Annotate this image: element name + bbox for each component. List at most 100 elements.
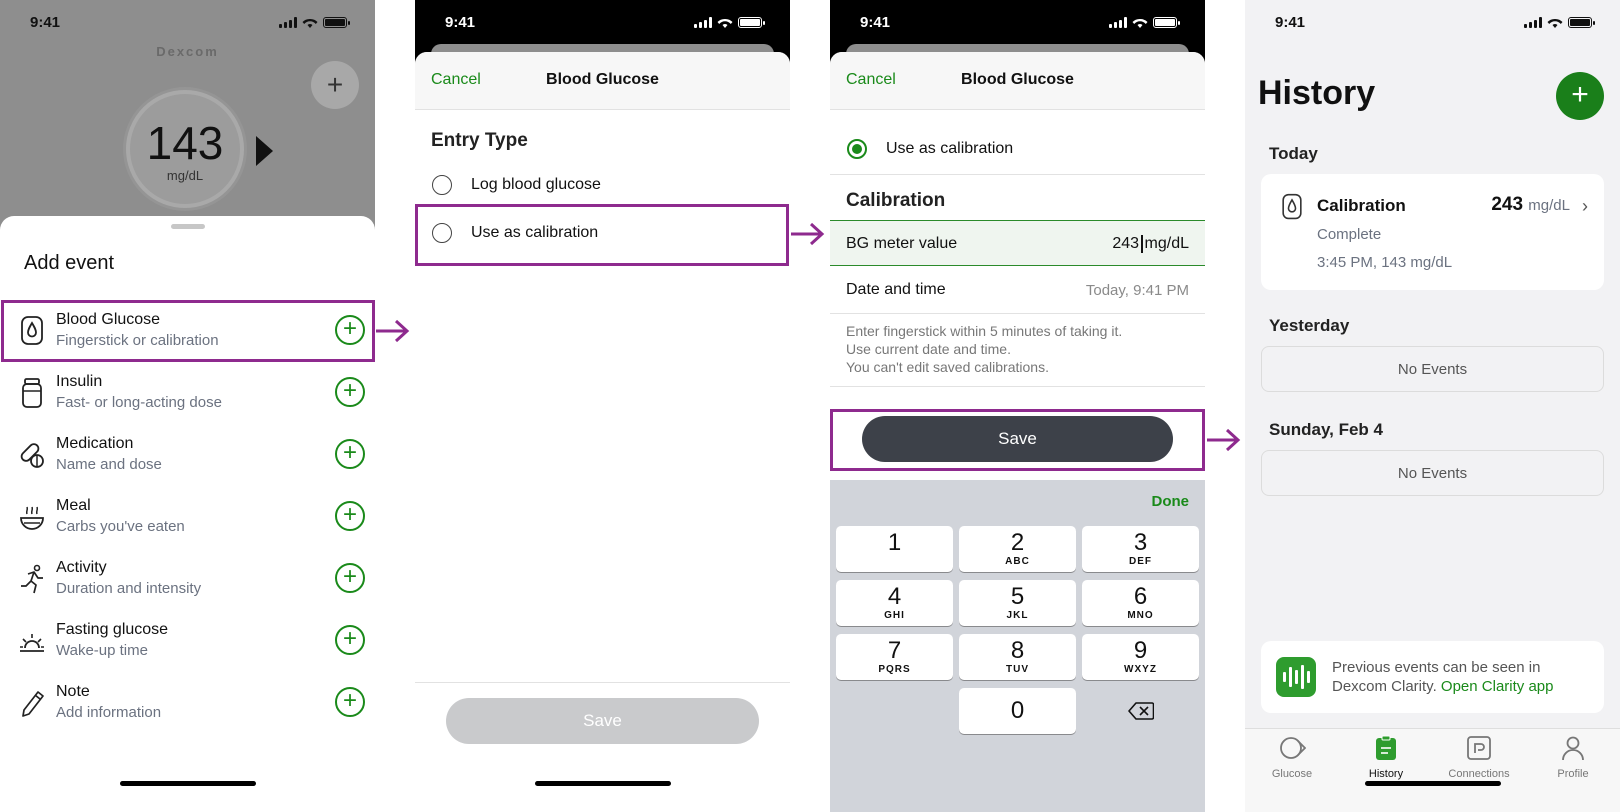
instruction-line: Enter fingerstick within 5 minutes of ta…	[846, 323, 1123, 339]
add-circle-icon[interactable]: +	[335, 501, 365, 531]
home-indicator	[534, 781, 671, 786]
event-activity[interactable]: Activity Duration and intensity +	[0, 548, 375, 610]
day-header-yesterday: Yesterday	[1269, 316, 1350, 335]
instruction-line: Use current date and time.	[846, 341, 1011, 357]
bg-unit: mg/dL	[1144, 235, 1189, 253]
backspace-key[interactable]	[1082, 688, 1199, 734]
event-title: Blood Glucose	[56, 311, 161, 328]
sunrise-icon	[20, 634, 44, 652]
key-2[interactable]: 2 ABC	[959, 526, 1076, 572]
event-title: Meal	[56, 497, 91, 514]
history-screen: 9:41 History + Today Calibration 243 mg/…	[1245, 0, 1620, 812]
option-use-as-calibration[interactable]: Use as calibration	[830, 126, 1205, 172]
event-subtitle: Fast- or long-acting dose	[56, 394, 222, 411]
section-calibration: Calibration	[846, 190, 946, 211]
status-bar: 9:41	[1245, 0, 1620, 44]
calibration-instructions: Enter fingerstick within 5 minutes of ta…	[846, 322, 1122, 376]
tab-connections[interactable]: Connections	[1432, 735, 1526, 780]
profile-tab-icon	[1562, 736, 1584, 761]
trend-arrow-icon	[256, 136, 273, 166]
divider	[830, 174, 1205, 175]
blood-drop-icon	[21, 316, 43, 345]
glucose-background: 9:41 Dexcom + 143 mg/dL	[0, 0, 375, 240]
status-bar: 9:41	[415, 0, 790, 44]
glucose-unit: mg/dL	[166, 168, 204, 183]
home-indicator	[1364, 781, 1501, 786]
tab-glucose[interactable]: Glucose	[1245, 735, 1339, 780]
option-label: Use as calibration	[886, 140, 1014, 157]
chevron-right-icon: ›	[1582, 196, 1588, 216]
flow-arrow-icon	[1207, 428, 1241, 452]
add-event-sheet: Add event Blood Glucose Fingerstick or c…	[0, 216, 375, 812]
add-circle-icon[interactable]: +	[335, 439, 365, 469]
add-circle-icon[interactable]: +	[335, 377, 365, 407]
brand-logo: Dexcom	[156, 44, 219, 59]
running-icon	[21, 564, 43, 594]
key-7[interactable]: 7 PQRS	[836, 634, 953, 680]
event-medication[interactable]: Medication Name and dose +	[0, 424, 375, 486]
home-indicator	[119, 781, 256, 786]
add-event-button[interactable]: +	[1556, 72, 1604, 120]
status-time: 9:41	[1275, 13, 1306, 31]
add-circle-icon[interactable]: +	[335, 563, 365, 593]
battery-icon	[738, 16, 765, 28]
open-clarity-link[interactable]: Open Clarity app	[1441, 678, 1554, 695]
wifi-icon	[302, 18, 318, 28]
option-log-blood-glucose[interactable]: Log blood glucose	[415, 162, 790, 208]
bg-meter-value-field[interactable]: BG meter value 243 mg/dL	[830, 220, 1205, 266]
add-event-button[interactable]: +	[311, 61, 359, 109]
key-0[interactable]: 0	[959, 688, 1076, 734]
flow-arrow-icon	[376, 319, 410, 343]
event-title: Note	[56, 683, 90, 700]
tab-history[interactable]: History	[1339, 735, 1433, 780]
connections-tab-icon	[1467, 736, 1491, 760]
entry-unit: mg/dL	[1528, 197, 1570, 214]
modal-nav-bar: Cancel Blood Glucose	[415, 52, 790, 110]
wifi-icon	[717, 18, 733, 28]
battery-icon	[1568, 16, 1595, 28]
option-use-as-calibration[interactable]: Use as calibration	[415, 210, 790, 256]
save-button-disabled[interactable]: Save	[446, 698, 759, 744]
add-circle-icon[interactable]: +	[335, 625, 365, 655]
field-label: Date and time	[846, 281, 946, 298]
calibration-entry-card[interactable]: Calibration 243 mg/dL › Complete 3:45 PM…	[1261, 174, 1604, 290]
option-label: Log blood glucose	[471, 176, 601, 193]
cellular-icon	[1524, 16, 1542, 28]
bg-value-input[interactable]: 243	[1112, 235, 1139, 252]
radio-button[interactable]	[432, 223, 452, 243]
event-insulin[interactable]: Insulin Fast- or long-acting dose +	[0, 362, 375, 424]
event-blood-glucose[interactable]: Blood Glucose Fingerstick or calibration…	[0, 300, 375, 362]
tab-bar: Glucose History Connections Profile	[1245, 728, 1620, 812]
key-9[interactable]: 9 WXYZ	[1082, 634, 1199, 680]
key-5[interactable]: 5 JKL	[959, 580, 1076, 626]
key-8[interactable]: 8 TUV	[959, 634, 1076, 680]
tab-label: History	[1368, 768, 1404, 780]
status-time: 9:41	[860, 13, 891, 31]
event-meal[interactable]: Meal Carbs you've eaten +	[0, 486, 375, 548]
backspace-icon	[1127, 702, 1154, 720]
radio-button-selected[interactable]	[847, 139, 867, 159]
add-circle-icon[interactable]: +	[335, 687, 365, 717]
clarity-text: Dexcom Clarity.	[1332, 678, 1437, 695]
save-button[interactable]: Save	[862, 416, 1173, 462]
key-1[interactable]: 1	[836, 526, 953, 572]
key-6[interactable]: 6 MNO	[1082, 580, 1199, 626]
key-4[interactable]: 4 GHI	[836, 580, 953, 626]
day-header-today: Today	[1269, 144, 1318, 163]
insulin-vial-icon	[22, 378, 42, 408]
pencil-icon	[22, 691, 44, 717]
blood-glucose-modal: Cancel Blood Glucose Entry Type Log bloo…	[415, 52, 790, 812]
done-button[interactable]: Done	[1152, 493, 1190, 510]
tab-profile[interactable]: Profile	[1526, 735, 1620, 780]
sheet-grabber[interactable]	[170, 224, 205, 229]
event-fasting-glucose[interactable]: Fasting glucose Wake-up time +	[0, 610, 375, 672]
blood-drop-icon	[1282, 193, 1302, 220]
key-3[interactable]: 3 DEF	[1082, 526, 1199, 572]
event-note[interactable]: Note Add information +	[0, 672, 375, 734]
date-time-field[interactable]: Date and time Today, 9:41 PM	[830, 266, 1205, 314]
radio-button[interactable]	[432, 175, 452, 195]
day-header-sunday: Sunday, Feb 4	[1269, 420, 1383, 439]
cellular-icon	[279, 16, 297, 28]
tab-label: Profile	[1557, 768, 1589, 780]
add-circle-icon[interactable]: +	[335, 315, 365, 345]
